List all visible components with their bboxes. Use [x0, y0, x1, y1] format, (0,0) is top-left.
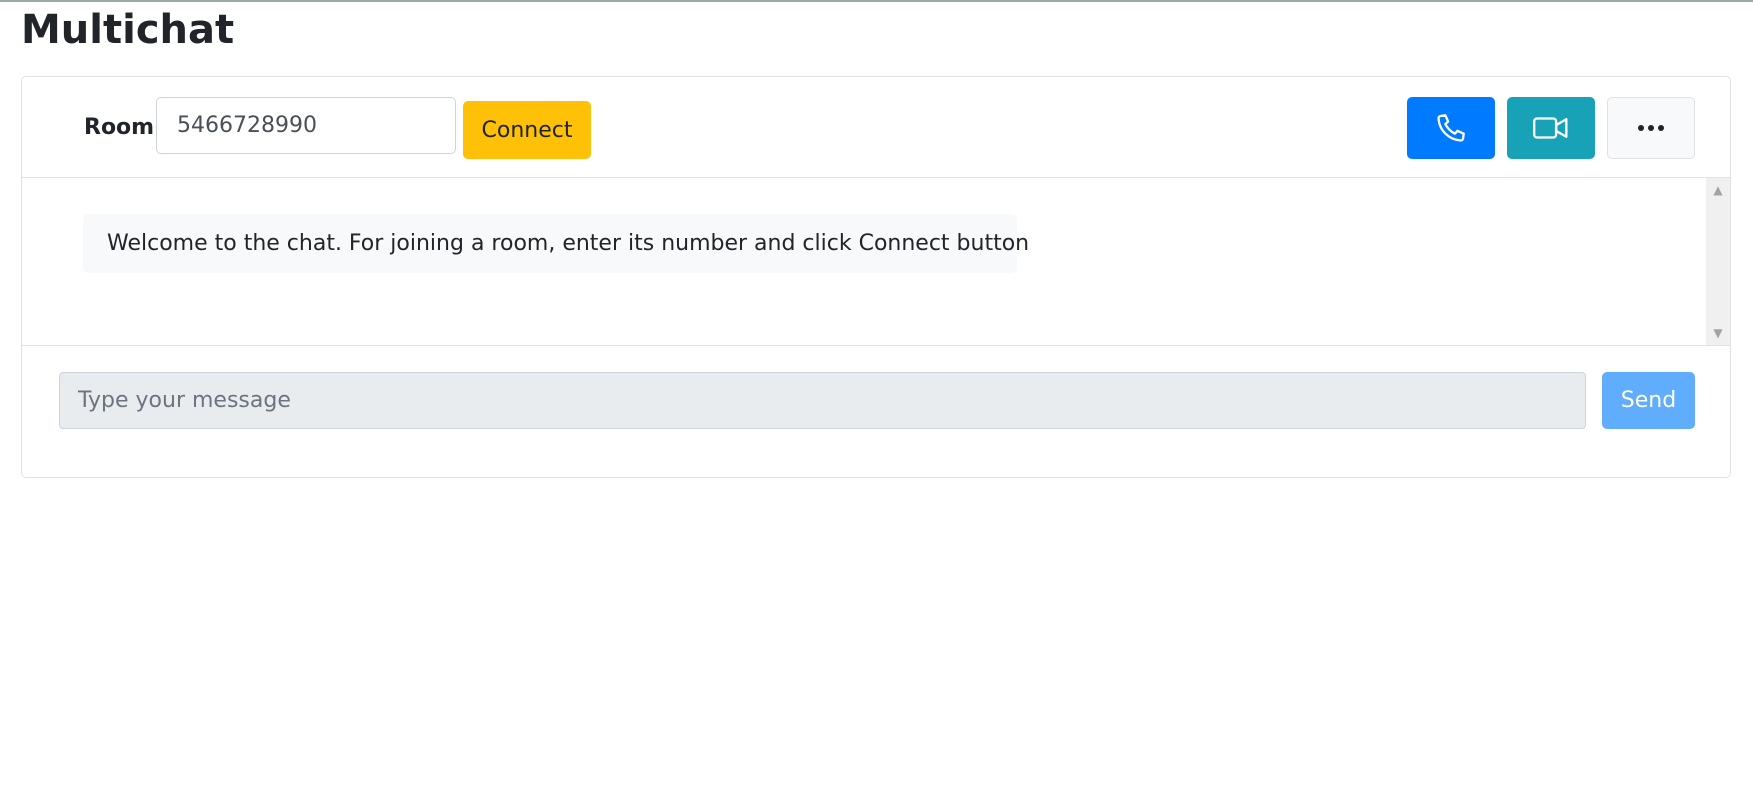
phone-icon	[1434, 111, 1468, 145]
connect-button[interactable]: Connect	[463, 101, 591, 159]
scroll-down-arrow-icon[interactable]: ▼	[1706, 323, 1730, 343]
chat-card: Room Connect	[21, 76, 1731, 478]
message-input[interactable]	[59, 372, 1586, 429]
ellipsis-icon	[1636, 123, 1666, 133]
message-list: Welcome to the chat. For joining a room,…	[22, 178, 1730, 346]
video-call-button[interactable]	[1507, 97, 1595, 159]
message-list-scrollbar[interactable]: ▲ ▼	[1706, 178, 1730, 345]
page-title: Multichat	[21, 7, 235, 53]
room-input[interactable]	[156, 97, 456, 154]
send-button[interactable]: Send	[1602, 372, 1695, 429]
video-camera-icon	[1532, 113, 1570, 143]
top-border	[0, 0, 1753, 2]
room-label: Room	[84, 115, 155, 140]
more-options-button[interactable]	[1607, 97, 1695, 159]
chat-header: Room Connect	[22, 77, 1730, 178]
system-message: Welcome to the chat. For joining a room,…	[83, 214, 1029, 273]
call-button[interactable]	[1407, 97, 1495, 159]
scroll-up-arrow-icon[interactable]: ▲	[1706, 180, 1730, 200]
